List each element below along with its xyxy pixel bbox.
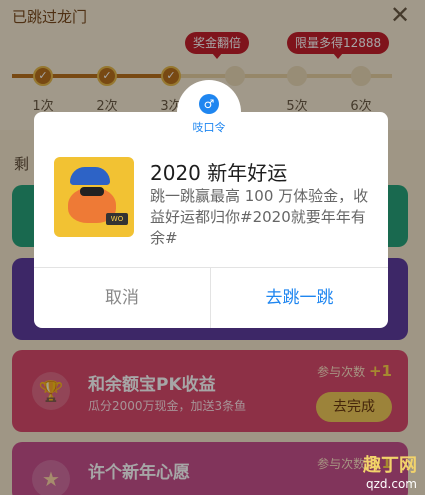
fish-cap [70,167,110,185]
password-badge-label: 吱口令 [192,121,226,134]
jump-button[interactable]: 去跳一跳 [211,268,388,328]
dialog-text: 跳一跳赢最高 100 万体验金，收益好运都归你#2020就要年年有余# [150,187,369,247]
fish-sunglasses [80,187,104,196]
alipay-password-icon: ♂ [199,94,219,114]
watermark-text: 趣丁网 [363,455,417,476]
dialog-title: 2020 新年好运 [150,161,288,185]
watermark: 趣丁网 qzd.com [363,451,417,491]
cancel-button[interactable]: 取消 [34,268,210,328]
fish-thumbnail: WO [54,157,134,237]
watermark-url: qzd.com [366,477,417,491]
fish-tag: WO [106,213,128,225]
